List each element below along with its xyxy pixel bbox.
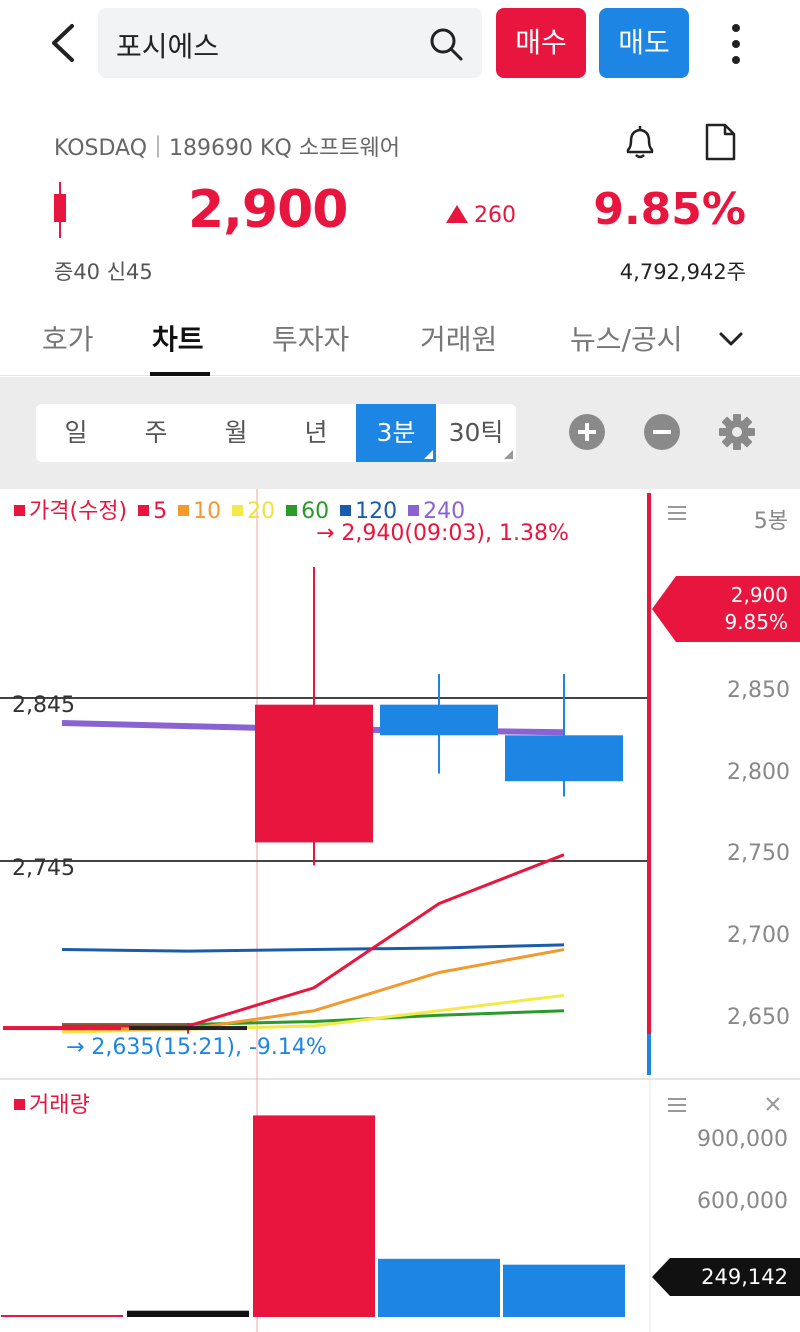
corner-mark [424, 450, 433, 459]
legend-ma10: 10 [193, 499, 222, 524]
price-axis-label: 2,850 [727, 678, 790, 703]
sell-button[interactable]: 매도 [599, 8, 689, 78]
ma60-line [62, 1009, 565, 1026]
period-day[interactable]: 일 [36, 404, 116, 462]
low-annotation: → 2,635(15:21), -9.14% [66, 1035, 327, 1060]
period-year-label: 년 [304, 418, 328, 447]
current-price-tag-pct: 9.85% [724, 610, 788, 634]
period-30tick-label: 30틱 [448, 418, 504, 447]
candle-body [3, 1026, 121, 1031]
tab-investors[interactable]: 투자자 [272, 318, 349, 358]
legend-price: 가격(수정) [29, 499, 128, 524]
stock-chart[interactable]: 가격(수정) 5 10 20 60 120 240 → 2,940(09:03)… [0, 489, 800, 1332]
bars-count-label: 5봉 [753, 509, 788, 534]
legend-swatch [14, 505, 25, 516]
zoom-in-button[interactable] [569, 414, 605, 450]
ma120-line [61, 943, 565, 953]
legend-swatch [14, 1099, 25, 1110]
price-axis-label: 2,650 [727, 1005, 790, 1030]
chevron-down-icon[interactable] [716, 324, 746, 354]
period-week[interactable]: 주 [116, 404, 196, 462]
current-price-tag: 2,900 9.85% [652, 576, 800, 642]
current-price: 2,900 [188, 180, 348, 240]
tab-bar: 호가 차트 투자자 거래원 뉴스/공시 [0, 300, 800, 376]
high-annotation: → 2,940(09:03), 1.38% [316, 521, 569, 546]
gear-icon[interactable] [718, 413, 756, 451]
candle-body [380, 704, 498, 736]
hline-upper-label: 2,845 [12, 693, 75, 718]
up-triangle-icon [446, 205, 468, 223]
volume-legend: 거래량 [10, 1087, 90, 1119]
current-price-tag-value: 2,900 [730, 583, 788, 607]
tab-chart[interactable]: 차트 [152, 318, 204, 358]
price-axis-label: 2,800 [727, 760, 790, 785]
change-percent: 9.85% [593, 184, 746, 235]
candle-icon [54, 182, 66, 238]
legend-swatch [178, 505, 190, 516]
legend-swatch [232, 505, 244, 516]
period-week-label: 주 [144, 418, 168, 447]
active-tab-indicator [150, 372, 210, 376]
ma5-line [62, 853, 565, 1028]
period-day-label: 일 [64, 418, 88, 447]
period-month-label: 월 [224, 418, 248, 447]
volume-bar [253, 1115, 375, 1317]
period-selector: 일 주 월 년 3분 30틱 [36, 404, 516, 462]
search-icon[interactable] [428, 26, 464, 62]
document-icon[interactable] [702, 122, 738, 162]
price-axis-label: 2,750 [727, 841, 790, 866]
period-toolbar: 일 주 월 년 3분 30틱 [0, 377, 800, 489]
legend-ma5: 5 [153, 499, 168, 524]
margin-info: 증40 신45 [54, 260, 153, 284]
volume-axis-label: 900,000 [697, 1127, 788, 1152]
price-axis-label: 2,700 [727, 923, 790, 948]
more-vertical-icon[interactable] [724, 22, 748, 66]
bell-icon[interactable] [620, 122, 660, 162]
price-change-value: 260 [474, 203, 516, 228]
candle-body [129, 1026, 247, 1031]
legend-swatch [408, 505, 420, 516]
trade-volume: 4,792,942주 [619, 260, 746, 284]
volume-bar [127, 1310, 249, 1317]
menu-icon[interactable] [668, 506, 686, 520]
back-arrow-icon[interactable] [44, 20, 84, 66]
top-bar: 포시에스 매수 매도 [0, 0, 800, 88]
search-query: 포시에스 [116, 30, 220, 63]
current-volume-tag: 249,142 [652, 1258, 800, 1296]
tab-brokers[interactable]: 거래원 [420, 318, 497, 358]
price-change: 260 [446, 203, 516, 228]
volume-bar [503, 1264, 625, 1317]
zoom-out-button[interactable] [644, 414, 680, 450]
hline-lower-label: 2,745 [12, 856, 75, 881]
legend-ma20: 20 [247, 499, 276, 524]
volume-bar [1, 1315, 123, 1317]
volume-axis-label: 600,000 [697, 1189, 788, 1214]
legend-swatch [286, 505, 298, 516]
candle-body [505, 735, 623, 782]
period-month[interactable]: 월 [196, 404, 276, 462]
legend-swatch [340, 505, 352, 516]
legend-swatch [138, 505, 150, 516]
buy-button[interactable]: 매수 [496, 8, 586, 78]
close-icon[interactable] [766, 1097, 780, 1111]
period-3min[interactable]: 3분 [356, 404, 436, 462]
corner-mark [504, 450, 513, 459]
period-3min-label: 3분 [376, 418, 416, 447]
tab-news[interactable]: 뉴스/공시 [570, 318, 698, 358]
search-box[interactable]: 포시에스 [98, 8, 482, 78]
period-year[interactable]: 년 [276, 404, 356, 462]
volume-bar [378, 1258, 500, 1317]
market-info: KOSDAQ｜189690 KQ 소프트웨어 [54, 136, 400, 161]
menu-icon[interactable] [668, 1098, 686, 1112]
tab-orderbook[interactable]: 호가 [42, 318, 94, 358]
period-30tick[interactable]: 30틱 [436, 404, 516, 462]
candle-body [255, 704, 373, 843]
volume-title: 거래량 [29, 1093, 90, 1118]
